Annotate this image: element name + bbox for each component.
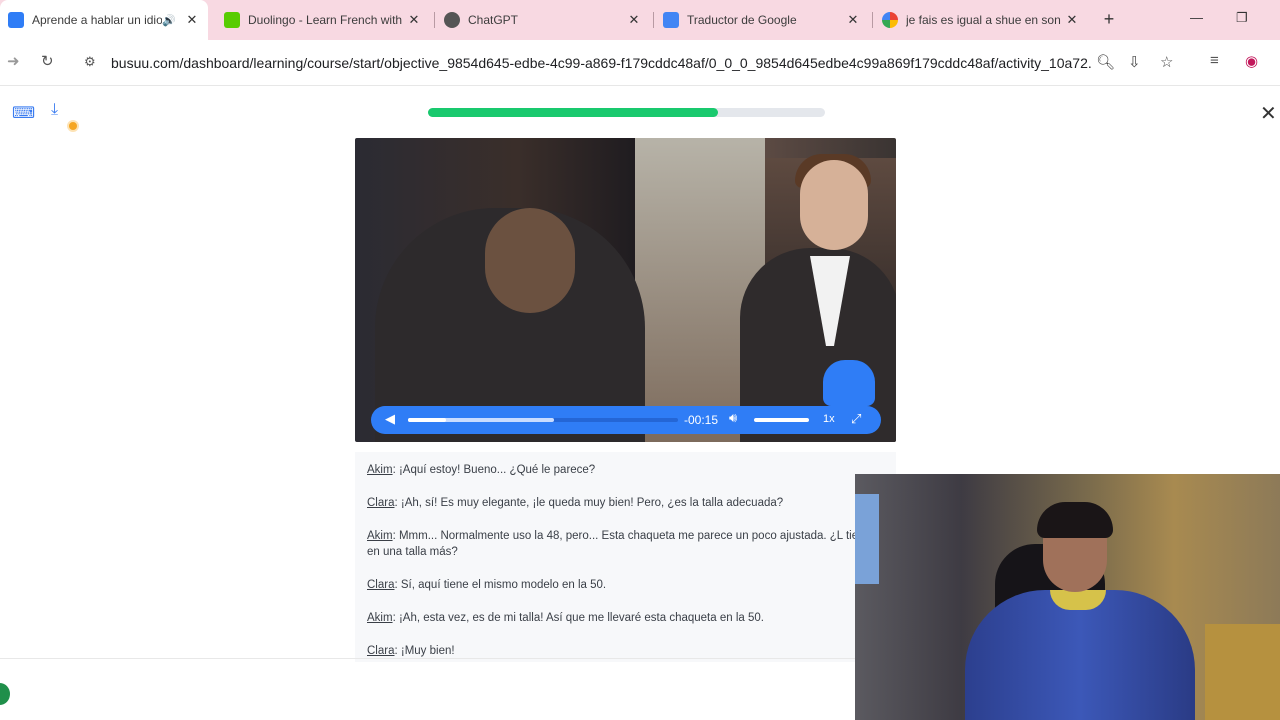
webcam-feed <box>1205 624 1280 720</box>
video-player[interactable]: ◀ -00:15 🔊︎ 1x ⤢ <box>355 138 896 442</box>
tab-busuu[interactable]: Aprende a hablar un idio 🔊 ✕ <box>0 0 208 40</box>
new-tab-button[interactable]: + <box>1098 8 1120 30</box>
video-frame <box>800 160 868 250</box>
address-bar[interactable]: ⚙ busuu.com/dashboard/learning/course/st… <box>76 47 1188 79</box>
tab-title: ChatGPT <box>468 13 519 27</box>
video-controls: ◀ -00:15 🔊︎ 1x ⤢ <box>371 406 881 434</box>
tab-separator <box>872 12 873 28</box>
transcript-line: Akim: ¡Ah, esta vez, es de mi talla! Así… <box>367 610 884 626</box>
tab-strip: Aprende a hablar un idio 🔊 ✕ Duolingo - … <box>0 0 1280 40</box>
tab-separator <box>434 12 435 28</box>
speaker-name[interactable]: Akim <box>367 464 393 476</box>
close-icon[interactable]: ✕ <box>182 12 202 28</box>
google-translate-icon <box>663 12 679 28</box>
site-settings-icon[interactable]: ⚙ <box>84 54 96 70</box>
download-icon[interactable]: ⤓ <box>51 101 58 119</box>
time-remaining: -00:15 <box>684 413 719 427</box>
transcript-line: Clara: ¡Ah, sí! Es muy elegante, ¡le que… <box>367 495 884 511</box>
line-text: : ¡Aquí estoy! Bueno... ¿Qué le parece? <box>392 464 596 476</box>
tab-title: je fais es igual a shue en son <box>906 13 1061 27</box>
reload-icon[interactable]: ↻ <box>41 52 54 70</box>
zoom-icon[interactable]: 🔍︎ <box>1096 53 1115 71</box>
minimize-button[interactable]: — <box>1190 10 1203 25</box>
close-icon[interactable]: ✕ <box>1062 12 1082 28</box>
close-icon[interactable]: ✕ <box>624 12 644 28</box>
webcam-feed <box>1037 502 1113 538</box>
fullscreen-icon[interactable]: ⤢ <box>851 411 861 427</box>
tab-duolingo[interactable]: Duolingo - Learn French with ✕ <box>216 0 430 40</box>
tab-title: Duolingo - Learn French with <box>248 13 403 27</box>
close-icon[interactable]: ✕ <box>404 12 424 28</box>
tab-google-search[interactable]: je fais es igual a shue en son ✕ <box>874 0 1088 40</box>
line-text: : ¡Ah, esta vez, es de mi talla! Así que… <box>392 612 764 624</box>
install-app-icon[interactable]: ⇩ <box>1128 53 1141 71</box>
tab-chatgpt[interactable]: ChatGPT ✕ <box>436 0 650 40</box>
speaker-name[interactable]: Akim <box>367 530 393 542</box>
speaker-name[interactable]: Clara <box>367 497 394 509</box>
tab-title: Traductor de Google <box>687 13 797 27</box>
transcript-panel: Akim: ¡Aquí estoy! Bueno... ¿Qué le pare… <box>355 452 896 662</box>
tab-separator <box>653 12 654 28</box>
duolingo-icon <box>224 12 240 28</box>
url-text: busuu.com/dashboard/learning/course/star… <box>111 55 1091 71</box>
busuu-watermark-icon <box>823 360 875 406</box>
busuu-icon <box>8 12 24 28</box>
line-text: : ¡Ah, sí! Es muy elegante, ¡le queda mu… <box>394 497 784 509</box>
video-frame <box>485 208 575 313</box>
speaker-name[interactable]: Clara <box>367 579 394 591</box>
line-text: : Sí, aquí tiene el mismo modelo en la 5… <box>394 579 607 591</box>
webcam-feed <box>855 494 879 584</box>
close-icon[interactable]: ✕ <box>843 12 863 28</box>
keyboard-icon[interactable]: ⌨ <box>12 103 35 123</box>
profile-avatar-icon[interactable]: ◉ <box>1245 52 1258 70</box>
chatgpt-icon <box>444 12 460 28</box>
transcript-line: Clara: ¡Muy bien! <box>367 643 884 659</box>
seek-bar[interactable] <box>408 418 678 422</box>
close-lesson-button[interactable]: ✕ <box>1260 101 1277 126</box>
bookmark-star-icon[interactable]: ☆ <box>1160 53 1173 71</box>
lesson-progress-bar <box>428 108 825 117</box>
speaker-name[interactable]: Akim <box>367 612 393 624</box>
playback-speed-button[interactable]: 1x <box>823 413 835 425</box>
webcam-overlay <box>855 474 1280 720</box>
forward-icon[interactable]: ➜ <box>7 52 20 70</box>
browser-toolbar: ➜ ↻ ⚙ busuu.com/dashboard/learning/cours… <box>0 40 1280 86</box>
line-text: : Mmm... Normalmente uso la 48, pero... … <box>367 530 871 558</box>
transcript-line: Akim: ¡Aquí estoy! Bueno... ¿Qué le pare… <box>367 462 884 478</box>
chat-bubble-icon[interactable] <box>0 683 10 705</box>
google-icon <box>882 12 898 28</box>
volume-fill <box>754 418 809 422</box>
media-control-icon[interactable]: ≡ <box>1210 52 1219 69</box>
play-icon[interactable]: ◀ <box>385 411 395 427</box>
volume-icon[interactable]: 🔊︎ <box>729 410 737 426</box>
restore-button[interactable]: ❐ <box>1236 10 1248 26</box>
speaker-icon[interactable]: 🔊 <box>162 14 176 27</box>
seek-played <box>408 418 446 422</box>
transcript-line: Akim: Mmm... Normalmente uso la 48, pero… <box>367 528 884 560</box>
volume-slider[interactable] <box>754 418 809 422</box>
speaker-name[interactable]: Clara <box>367 645 394 657</box>
tab-title: Aprende a hablar un idio <box>32 13 163 27</box>
transcript-line: Clara: Sí, aquí tiene el mismo modelo en… <box>367 577 884 593</box>
tab-google-translate[interactable]: Traductor de Google ✕ <box>655 0 869 40</box>
lesson-progress-fill <box>428 108 718 117</box>
line-text: : ¡Muy bien! <box>394 645 455 657</box>
notification-badge <box>67 120 79 132</box>
